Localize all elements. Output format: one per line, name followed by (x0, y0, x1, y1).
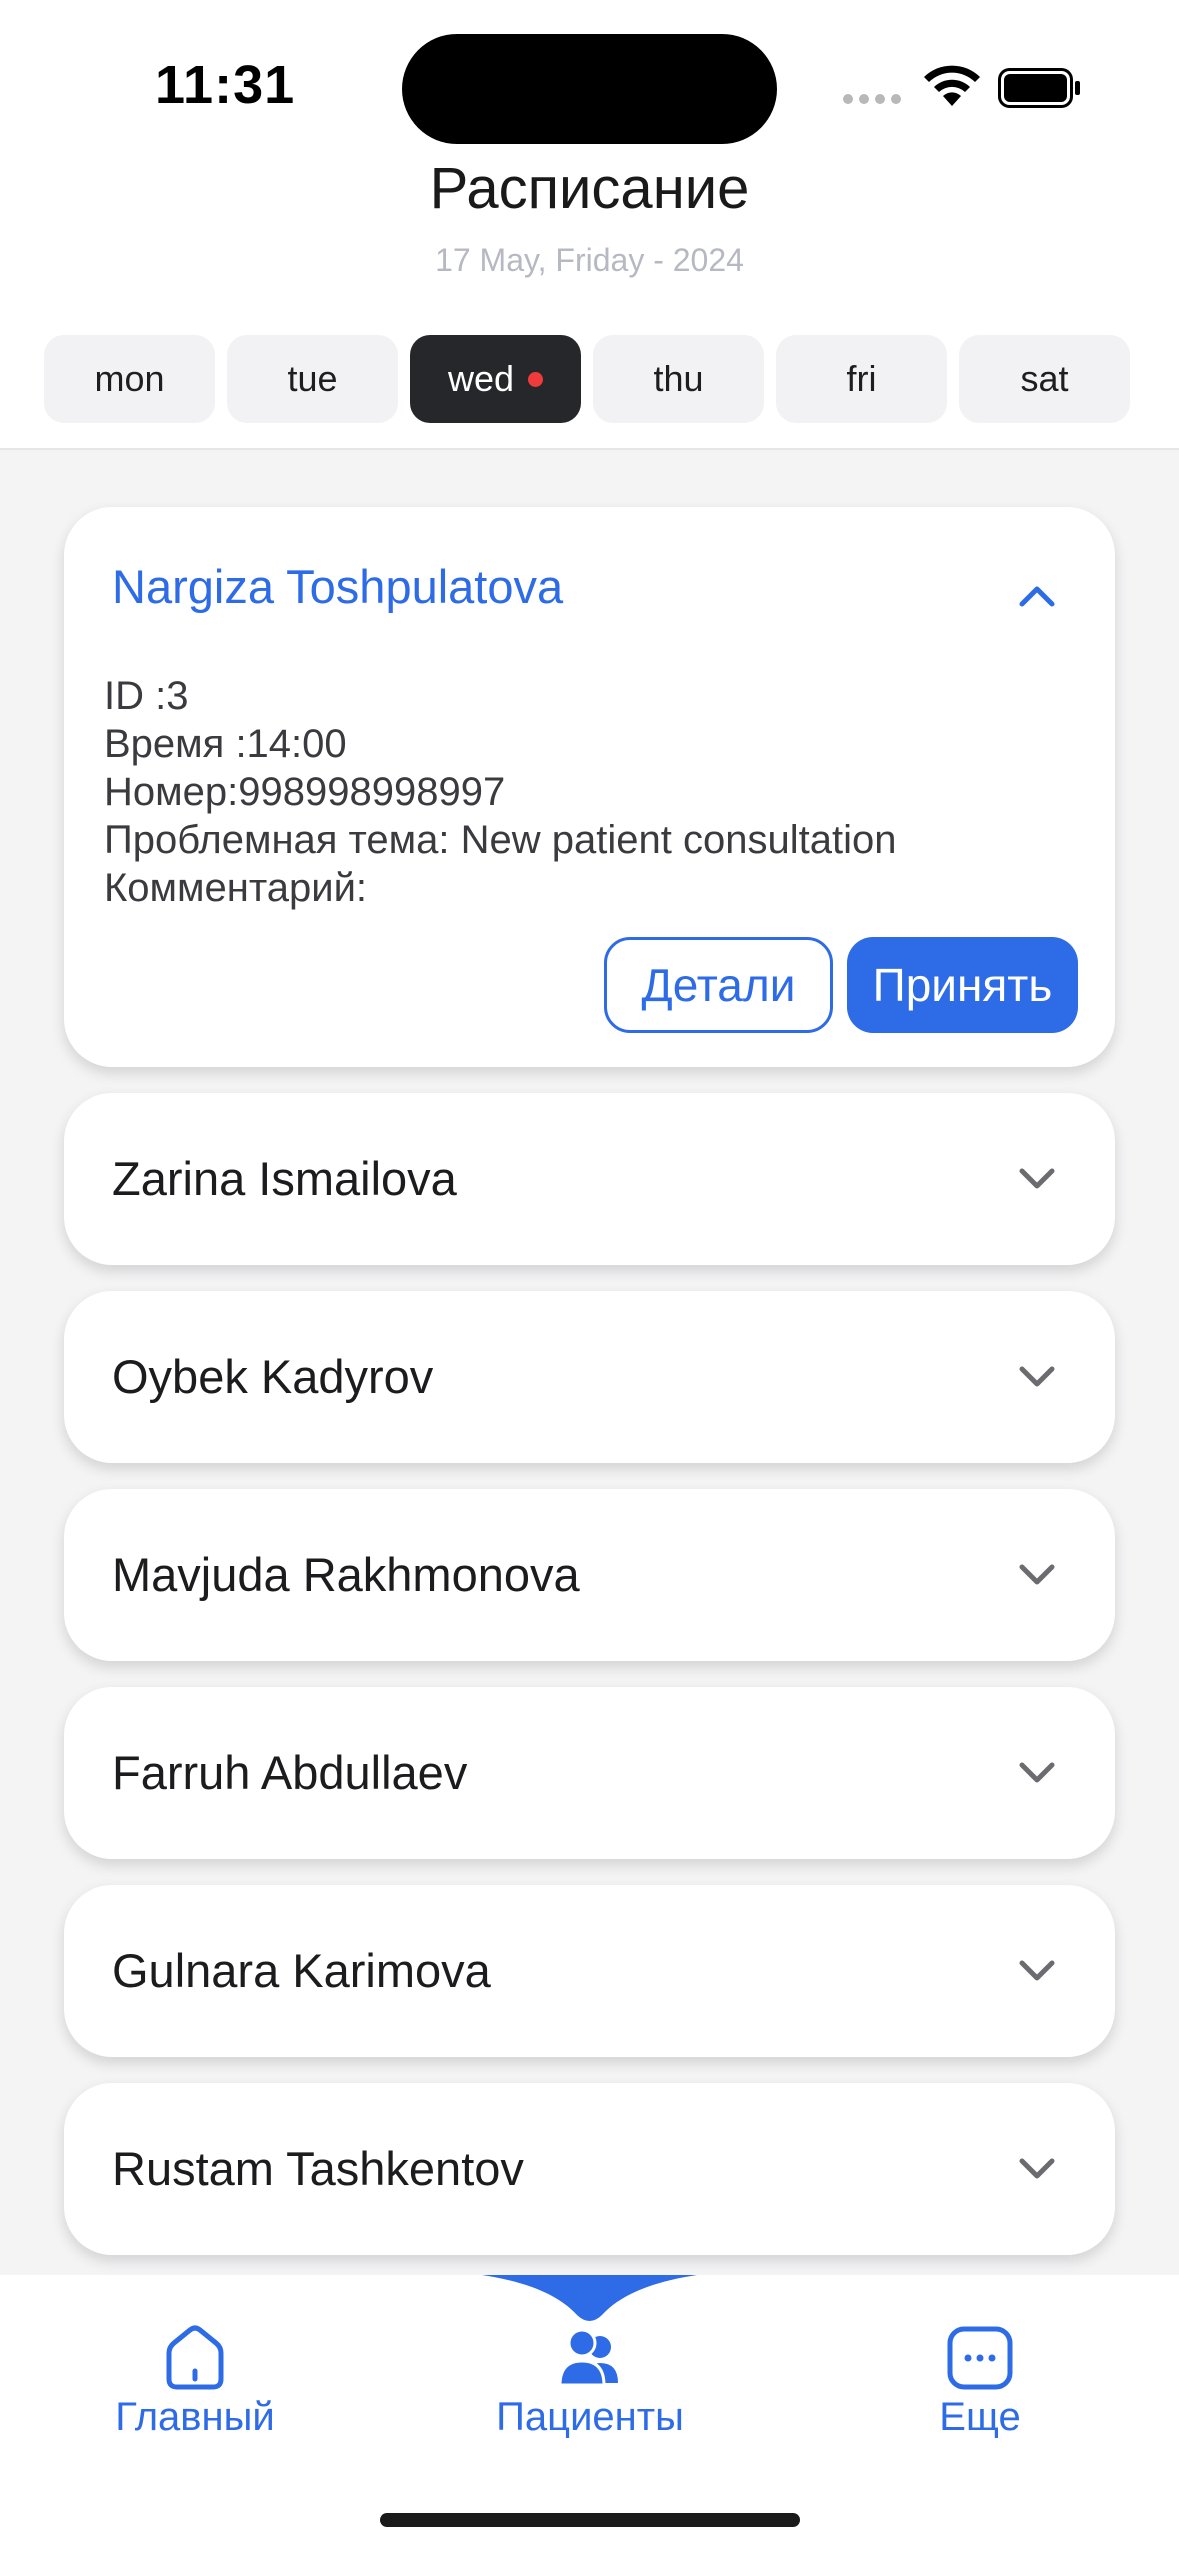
patient-phone: Номер:998998998997 (104, 770, 506, 814)
chevron-down-icon[interactable] (1017, 1760, 1057, 1786)
patient-name: Rustam Tashkentov (112, 2142, 524, 2195)
chevron-down-icon[interactable] (1017, 1166, 1057, 1192)
patient-name: Farruh Abdullaev (112, 1746, 468, 1799)
patient-name: Mavjuda Rakhmonova (112, 1548, 580, 1601)
status-bar: 11:31 (0, 0, 1179, 175)
active-tab-indicator (482, 2275, 697, 2321)
page-title: Расписание (429, 156, 750, 221)
patient-card[interactable]: Farruh Abdullaev (64, 1687, 1115, 1859)
day-tab-label: mon (94, 358, 165, 399)
patient-list: Nargiza Toshpulatova ID :3 Время :14:00 … (0, 450, 1179, 2275)
patient-card-expanded: Nargiza Toshpulatova ID :3 Время :14:00 … (64, 507, 1115, 1067)
day-tab-label: tue (287, 358, 338, 399)
day-tab-mon[interactable]: mon (44, 335, 215, 423)
dynamic-island (402, 34, 777, 144)
chevron-down-icon[interactable] (1017, 2156, 1057, 2182)
page-date: 17 May, Friday - 2024 (435, 242, 744, 278)
nav-more[interactable]: Еще (910, 2321, 1050, 2440)
chevron-down-icon[interactable] (1017, 1958, 1057, 1984)
accept-button[interactable]: Принять (847, 937, 1078, 1033)
day-tab-thu[interactable]: thu (593, 335, 764, 423)
day-tab-fri[interactable]: fri (776, 335, 947, 423)
screen: 11:31 Расписание 17 May, Friday - 2024 m… (0, 0, 1179, 2556)
day-tab-label: thu (653, 358, 704, 399)
day-tab-label: sat (1020, 358, 1069, 399)
patient-details: ID :3 Время :14:00 Номер:998998998997 Пр… (104, 672, 896, 912)
patient-time: Время :14:00 (104, 722, 347, 766)
patient-topic: Проблемная тема: New patient consultatio… (104, 818, 897, 862)
nav-patients[interactable]: Пациенты (480, 2321, 700, 2440)
patient-id: ID :3 (104, 674, 189, 718)
nav-home[interactable]: Главный (110, 2321, 280, 2440)
wifi-icon (924, 65, 980, 106)
details-button[interactable]: Детали (604, 937, 833, 1033)
nav-home-label: Главный (115, 2395, 275, 2439)
day-tabs: mon tue wed thu fri sat (44, 335, 1130, 423)
day-tab-tue[interactable]: tue (227, 335, 398, 423)
more-icon (947, 2326, 1013, 2390)
patient-comment: Комментарий: (104, 866, 368, 910)
patient-name: Zarina Ismailova (112, 1152, 457, 1205)
patient-card[interactable]: Rustam Tashkentov (64, 2083, 1115, 2255)
nav-patients-label: Пациенты (496, 2395, 684, 2439)
chevron-down-icon[interactable] (1017, 1364, 1057, 1390)
cellular-signal-icon (843, 94, 901, 104)
day-tab-sat[interactable]: sat (959, 335, 1130, 423)
battery-icon (998, 68, 1080, 108)
status-time: 11:31 (155, 55, 296, 115)
patient-card[interactable]: Mavjuda Rakhmonova (64, 1489, 1115, 1661)
users-icon (558, 2328, 618, 2387)
patient-name: Oybek Kadyrov (112, 1350, 434, 1403)
patient-card[interactable]: Gulnara Karimova (64, 1885, 1115, 2057)
chevron-up-icon[interactable] (1017, 583, 1057, 609)
patient-name[interactable]: Nargiza Toshpulatova (112, 559, 563, 614)
day-tab-label: fri (846, 358, 877, 399)
day-tab-wed[interactable]: wed (410, 335, 581, 423)
day-tab-label: wed (447, 358, 515, 399)
notification-dot (528, 371, 544, 387)
patient-card[interactable]: Oybek Kadyrov (64, 1291, 1115, 1463)
home-icon (166, 2325, 224, 2390)
chevron-down-icon[interactable] (1017, 1562, 1057, 1588)
patient-card[interactable]: Zarina Ismailova (64, 1093, 1115, 1265)
home-indicator[interactable] (380, 2513, 800, 2527)
nav-more-label: Еще (939, 2395, 1021, 2439)
patient-name: Gulnara Karimova (112, 1944, 491, 1997)
